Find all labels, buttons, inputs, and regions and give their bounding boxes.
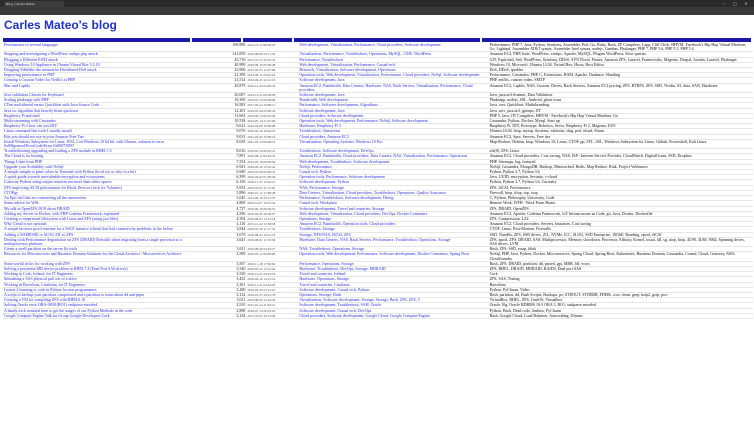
post-categories[interactable]: Amazon EC2, Bandwidth, Data Centers, Har…: [298, 83, 489, 94]
post-categories[interactable]: Operation tools, Web development, Perfor…: [298, 251, 489, 262]
post-date: 2015-03-05 10:14:40: [246, 313, 299, 319]
header-bar-date: [243, 38, 292, 42]
post-tags: NoSql, PHP, Java, Python, Docker, Micros…: [488, 251, 753, 262]
post-categories[interactable]: Cloud providers, Software development, G…: [298, 313, 489, 319]
browser-tab-strip: Blog | Carles Mateo – □ ✕: [0, 0, 754, 7]
post-views: 3,589: [193, 251, 247, 262]
table-row: Resources for Microservices and Business…: [3, 251, 753, 262]
post-title-link[interactable]: Performance of several languages: [3, 43, 194, 53]
maximize-icon[interactable]: □: [731, 0, 739, 7]
post-tags: Performance, PHP 7, Java, Python, Symfon…: [488, 43, 753, 53]
post-date: 2021-03-13 09:48:52: [246, 139, 299, 150]
post-views: 169,890: [193, 43, 247, 53]
post-categories[interactable]: Web development, Virtualization, Perform…: [298, 43, 489, 53]
browser-toolbar: ← → ↻ https://blog.carlesmateo.com/all-p…: [0, 7, 754, 21]
post-views: 3,641: [193, 237, 247, 248]
post-date: 2014-10-13 08:26:20: [246, 43, 299, 53]
table-row: Adding my Server in Docker, with PHP Cod…: [3, 211, 753, 217]
posts-table: Performance of several languages 169,890 2…: [3, 43, 753, 319]
post-title-link[interactable]: Mac and Lapblo: [3, 83, 194, 94]
post-tags: ZFS, zpool, ZFS, DRAID, SAS, Multiproces…: [488, 237, 753, 248]
post-title-link[interactable]: Resources for Microservices and Business…: [3, 251, 194, 262]
post-date: 2020-05-12 00:00:00: [246, 251, 299, 262]
post-categories[interactable]: Virtualization, Operating Systems, Windo…: [298, 139, 489, 150]
post-tags: GIT, Exploited, Sed, WordPress, Symfony,…: [488, 57, 753, 63]
post-categories[interactable]: Hardware, Data Centers, NAS, Rack Server…: [298, 237, 489, 248]
post-views: 8,639: [193, 139, 247, 150]
post-date: 2016-12-25 04:00:33: [246, 83, 299, 94]
post-tags: Amazon EC2, Lapblo, NAS, Custom, Drives,…: [488, 83, 753, 94]
close-icon[interactable]: ✕: [742, 0, 750, 7]
table-row: Install Windows Subsystem for Linux, WSL…: [3, 139, 753, 150]
post-title-link[interactable]: A simple browser proof-runtime for a SSC…: [3, 226, 194, 233]
header-bar-title: [3, 38, 190, 42]
table-row: Performance of several languages 169,890 2…: [3, 43, 753, 53]
post-views: 20,879: [193, 83, 247, 94]
post-title-link[interactable]: Dealing with Performance degradation on …: [3, 237, 194, 248]
post-views: 2,234: [193, 313, 247, 319]
post-categories[interactable]: Amazon EC2, Bandwidth, Cloud providers, …: [298, 153, 489, 160]
table-row: Mac and Lapblo 20,879 2016-12-25 04:00:33 A…: [3, 83, 753, 94]
post-categories[interactable]: Operation tools, Web development, Virtua…: [298, 72, 489, 79]
table-row: Dealing with Performance degradation on …: [3, 237, 753, 248]
minimize-icon[interactable]: –: [720, 0, 728, 7]
header-bar-categories: [294, 38, 480, 42]
header-bar-tags: [482, 38, 751, 42]
post-title-link[interactable]: Install Windows Subsystem for Linux, WSL…: [3, 139, 194, 150]
post-title-link[interactable]: Google Compute Engine Talk for Group Goo…: [3, 313, 194, 319]
post-date: 2018-08-01 11:55:36: [246, 237, 299, 248]
blog-title[interactable]: Carles Mateo's blog: [4, 18, 117, 32]
header-bar-views: [192, 38, 241, 42]
page-content: Carles Mateo's blog Performance of sever…: [0, 15, 754, 427]
table-row: Google Compute Engine Talk for Group Goo…: [3, 313, 753, 319]
post-tags: Map-Reduce, Debian, ktop, Windows 10, Li…: [488, 139, 753, 150]
post-tags: Bash, Google Cloud, Load Balancer, Autos…: [488, 313, 753, 319]
